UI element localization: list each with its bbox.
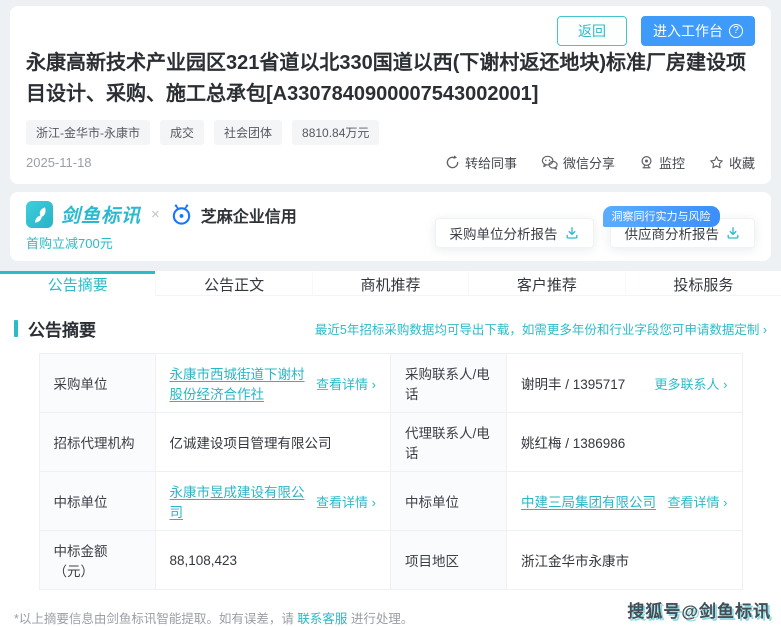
tab-bar: 公告摘要 公告正文 商机推荐 客户推荐 投标服务	[0, 271, 781, 296]
action-label: 转给同事	[465, 153, 517, 172]
help-circle-icon: ?	[729, 24, 743, 38]
agency-value: 亿诚建设项目管理有限公司	[170, 436, 332, 451]
more-contacts-link[interactable]: 更多联系人 ›	[655, 374, 728, 393]
download-icon	[726, 226, 740, 240]
row-label: 中标金额（元）	[39, 531, 155, 590]
project-region-value: 浙江金华市永康市	[521, 554, 629, 569]
sohu-watermark: 搜狐号@剑鱼标讯	[627, 597, 771, 622]
promo-text: 首购立减700元	[26, 233, 297, 252]
section-accent-bar	[14, 320, 18, 337]
report-buttons: 采购单位分析报告 洞察同行实力与风险 供应商分析报告	[435, 206, 756, 248]
winner-link[interactable]: 永康市昱成建设有限公司	[170, 481, 311, 521]
download-icon	[565, 226, 579, 240]
row-label: 项目地区	[391, 531, 507, 590]
row-label: 代理联系人/电话	[391, 413, 507, 472]
summary-table: 采购单位 永康市西城街道下谢村股份经济合作社 查看详情 › 采购联系人/电话 谢…	[39, 353, 743, 590]
winner-link-2[interactable]: 中建三局集团有限公司	[521, 491, 656, 511]
insight-badge: 洞察同行实力与风险	[603, 206, 720, 227]
table-row: 招标代理机构 亿诚建设项目管理有限公司 代理联系人/电话 姚红梅 / 13869…	[39, 413, 742, 472]
purchase-contact-value: 谢明丰 / 1395717	[521, 373, 625, 393]
wechat-icon	[541, 155, 558, 170]
row-label: 中标单位	[391, 472, 507, 531]
view-detail-link[interactable]: 查看详情 ›	[316, 374, 376, 393]
award-amount-value: 88,108,423	[170, 553, 238, 568]
region-tag: 浙江-金华市-永康市	[26, 120, 150, 145]
summary-panel: 公告摘要 最近5年招标采购数据均可导出下载，如需更多年份和行业字段您可申请数据定…	[0, 296, 781, 627]
page-title: 永康高新技术产业园区321省道以北330国道以西(下谢村返还地块)标准厂房建设项…	[26, 48, 755, 110]
tab-business-recommend[interactable]: 商机推荐	[312, 271, 468, 296]
purchaser-analysis-report-button[interactable]: 采购单位分析报告	[435, 218, 594, 248]
action-label: 微信分享	[563, 153, 615, 172]
action-bar: 转给同事 微信分享 监控 收藏	[445, 153, 755, 172]
amount-tag: 8810.84万元	[292, 120, 379, 145]
enter-workspace-button[interactable]: 进入工作台 ?	[641, 16, 755, 46]
tag-list: 浙江-金华市-永康市 成交 社会团体 8810.84万元	[26, 120, 755, 145]
section-title-wrap: 公告摘要	[14, 316, 96, 341]
row-label: 招标代理机构	[39, 413, 155, 472]
monitor-icon	[639, 155, 654, 170]
action-label: 收藏	[729, 153, 755, 172]
table-row: 中标单位 永康市昱成建设有限公司 查看详情 › 中标单位 中建三局集团有限公司 …	[39, 472, 742, 531]
brand-block: 剑鱼标讯 × 芝麻企业信用 首购立减700元	[26, 201, 297, 252]
table-row: 中标金额（元） 88,108,423 项目地区 浙江金华市永康市	[39, 531, 742, 590]
promo-banner: 剑鱼标讯 × 芝麻企业信用 首购立减700元 采购单位分析报告 洞察同行实力与风…	[10, 192, 771, 261]
jianyu-logo-icon	[26, 201, 53, 228]
brand-name: 剑鱼标讯	[61, 201, 141, 228]
forward-icon	[445, 155, 460, 170]
status-tag: 成交	[160, 120, 204, 145]
tab-customer-recommend[interactable]: 客户推荐	[468, 271, 624, 296]
favorite-action[interactable]: 收藏	[709, 153, 755, 172]
purchaser-link[interactable]: 永康市西城街道下谢村股份经济合作社	[170, 363, 311, 403]
agency-contact-value: 姚红梅 / 1386986	[521, 436, 625, 451]
back-button[interactable]: 返回	[557, 16, 627, 46]
view-detail-link[interactable]: 查看详情 ›	[316, 492, 376, 511]
data-export-note-link[interactable]: 最近5年招标采购数据均可导出下载，如需更多年份和行业字段您可申请数据定制 ›	[315, 319, 767, 338]
org-type-tag: 社会团体	[214, 120, 282, 145]
row-label: 采购单位	[39, 354, 155, 413]
star-icon	[709, 155, 724, 170]
section-title: 公告摘要	[28, 316, 96, 341]
partner-name: 芝麻企业信用	[201, 203, 297, 227]
announcement-header-card: 返回 进入工作台 ? 永康高新技术产业园区321省道以北330国道以西(下谢村返…	[10, 6, 771, 184]
contact-support-link[interactable]: 联系客服	[297, 612, 347, 626]
footnote-suffix: 进行处理。	[347, 612, 413, 626]
workspace-button-label: 进入工作台	[653, 21, 723, 41]
supplier-analysis-report-button[interactable]: 洞察同行实力与风险 供应商分析报告	[610, 218, 756, 248]
table-row: 采购单位 永康市西城街道下谢村股份经济合作社 查看详情 › 采购联系人/电话 谢…	[39, 354, 742, 413]
forward-to-colleague-action[interactable]: 转给同事	[445, 153, 517, 172]
zhima-ant-icon	[170, 203, 193, 226]
meta-row: 2025-11-18 转给同事 微信分享 监控 收藏	[26, 153, 755, 172]
view-detail-link[interactable]: 查看详情 ›	[668, 492, 728, 511]
top-buttons: 返回 进入工作台 ?	[26, 16, 755, 46]
action-label: 监控	[659, 153, 685, 172]
wechat-share-action[interactable]: 微信分享	[541, 153, 615, 172]
cross-separator: ×	[151, 206, 160, 223]
tab-bidding-service[interactable]: 投标服务	[625, 271, 781, 296]
monitor-action[interactable]: 监控	[639, 153, 685, 172]
row-label: 中标单位	[39, 472, 155, 531]
tab-announcement-fulltext[interactable]: 公告正文	[155, 271, 311, 296]
tab-announcement-summary[interactable]: 公告摘要	[0, 271, 155, 296]
report-button-label: 采购单位分析报告	[450, 223, 558, 243]
footnote-prefix: *以上摘要信息由剑鱼标讯智能提取。如有误差，请	[14, 612, 297, 626]
publish-date: 2025-11-18	[26, 155, 92, 170]
row-label: 采购联系人/电话	[391, 354, 507, 413]
